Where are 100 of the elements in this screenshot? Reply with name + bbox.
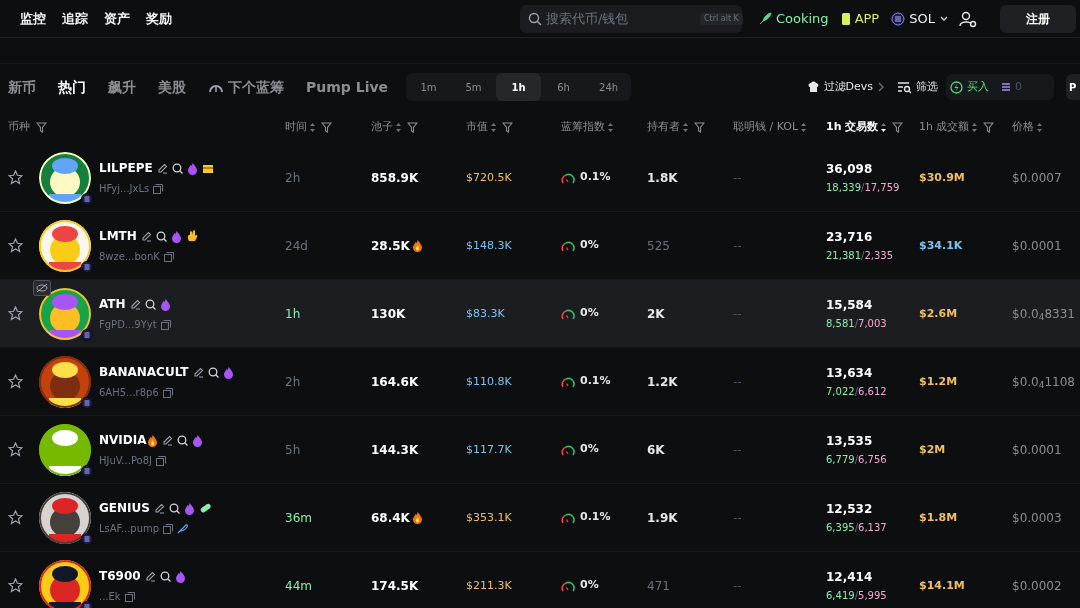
filter-icon[interactable] [694, 121, 705, 133]
holder-count: 525 [647, 238, 670, 253]
preset-button[interactable]: P [1066, 74, 1080, 100]
volume-value: $2.6M [919, 307, 958, 321]
category-tab[interactable]: 热门 [58, 76, 86, 98]
token-name[interactable]: BANANACULT [99, 363, 189, 381]
token-address: LsAF...pump [99, 522, 160, 536]
filter-icon[interactable] [321, 121, 332, 133]
table-row[interactable]: GENIUS LsAF...pump 36m 68.4K $353.1K 0.1% 1.9K -- 12,532 6,395/6,137 $1.8M $0.0003 [0, 484, 1080, 552]
token-address: 8wze...bonK [99, 250, 160, 264]
token-name[interactable]: NVIDIA [99, 431, 147, 449]
pencil-icon [129, 298, 141, 310]
column-header[interactable]: 币种 [8, 118, 30, 136]
search-icon [207, 366, 219, 378]
interval-tab[interactable]: 1m [406, 73, 452, 101]
category-tab[interactable]: 美股 [158, 76, 186, 98]
flame-icon [222, 365, 234, 379]
transaction-count: 15,584 [826, 297, 874, 314]
eye-off-icon[interactable] [33, 279, 51, 296]
filter-icon[interactable] [983, 121, 995, 133]
filter-icon[interactable] [36, 121, 47, 133]
user-settings-icon[interactable] [958, 9, 977, 28]
filter-icon[interactable] [407, 121, 418, 133]
star-icon [8, 170, 23, 185]
column-header[interactable]: 1h 交易数 [826, 118, 879, 136]
interval-tab[interactable]: 24h [586, 73, 632, 101]
token-name[interactable]: ATH [99, 295, 126, 313]
sort-icon [801, 122, 807, 132]
interval-tab[interactable]: 5m [451, 73, 497, 101]
transaction-count: 36,098 [826, 161, 874, 178]
chain-badge-icon [81, 260, 93, 273]
interval-tab[interactable]: 1h [496, 73, 542, 101]
transaction-count: 12,414 [826, 569, 874, 586]
flame-icon [183, 501, 195, 515]
header-link[interactable]: Cooking [758, 8, 829, 29]
bluechip-index: 0% [580, 441, 599, 458]
volume-value: $34.1K [919, 239, 963, 253]
buy-count: 6,779 [826, 453, 855, 467]
column-header[interactable]: 价格 [1012, 118, 1034, 136]
sort-icon [608, 122, 613, 132]
star-icon [8, 374, 23, 389]
transaction-count: 13,634 [826, 365, 874, 382]
nav-link[interactable]: 奖励 [146, 8, 172, 29]
token-name[interactable]: LILPEPE [99, 159, 153, 177]
star-icon [8, 510, 23, 525]
copy-icon [156, 455, 166, 466]
column-header[interactable]: 1h 成交额 [919, 118, 970, 136]
table-row[interactable]: ATH FgPD...9Yyt 1h 130K $83.3K 0% 2K -- 15,584 8,581/7,003 $2.6M $0.0$_{4}$8331 [0, 280, 1080, 348]
category-tab[interactable]: 下个蓝筹 [208, 76, 284, 98]
pool-value: 144.3K [371, 441, 419, 459]
interval-tab[interactable]: 6h [541, 73, 587, 101]
age-text: 44m [285, 578, 312, 593]
token-name[interactable]: T6900 [99, 567, 141, 585]
nav-link[interactable]: 资产 [104, 8, 130, 29]
search-icon [176, 434, 188, 446]
smart-money-value: -- [733, 238, 742, 253]
column-header[interactable]: 持有者 [647, 118, 680, 136]
bluechip-index: 0.1% [580, 373, 611, 390]
market-cap: $83.3K [466, 307, 505, 321]
category-tab[interactable]: 飙升 [108, 76, 136, 98]
price-value: $0.0007 [1012, 170, 1062, 185]
bluechip-index: 0.1% [580, 169, 611, 186]
nav-link[interactable]: 监控 [20, 8, 46, 29]
column-header[interactable]: 池子 [371, 118, 393, 136]
table-row[interactable]: BANANACULT 6AH5...r8p6 2h 164.6K $110.8K 0.1% 1.2K -- 13,634 7,022/6,612 $1.2M $0.0$_{4}$1108 [0, 348, 1080, 416]
pool-value: 68.4K [371, 509, 410, 527]
search-icon [171, 162, 183, 174]
gauge-icon [561, 375, 575, 388]
table-row[interactable]: LILPEPE HFyj...JxLs 2h 858.9K $720.5K 0.1% 1.8K -- 36,098 18,339/17,759 $30.9M $0.0007 [0, 144, 1080, 212]
token-name[interactable]: GENIUS [99, 499, 150, 517]
column-header[interactable]: 市值 [466, 118, 488, 136]
header-link[interactable]: APP [840, 8, 880, 29]
category-tab[interactable]: Pump Live [306, 76, 389, 98]
column-header[interactable]: 聪明钱 / KOL [733, 118, 799, 136]
register-button[interactable]: 注册 [1000, 4, 1076, 33]
buy-control[interactable]: 买入 0 [946, 74, 1054, 100]
token-name[interactable]: LMTH [99, 227, 137, 245]
header-link[interactable]: SOL [891, 8, 949, 29]
search-field[interactable]: 搜索代币/钱包 [546, 8, 696, 29]
pencil-icon [161, 434, 173, 446]
volume-value: $14.1M [919, 579, 965, 593]
nav-link[interactable]: 追踪 [62, 8, 88, 29]
column-header[interactable]: 时间 [285, 118, 307, 136]
sort-icon [972, 122, 978, 132]
volume-value: $1.2M [919, 375, 958, 389]
table-row[interactable]: T6900 ...Ek 44m 174.5K $211.3K 0% 471 -- 12,414 6,419/5,995 $14.1M $0.0002 [0, 552, 1080, 608]
sell-count: 6,137 [858, 521, 887, 535]
market-cap: $353.1K [466, 511, 512, 525]
filter-button[interactable]: 筛选 [897, 78, 938, 96]
slash-separator: / [854, 521, 858, 535]
filter-icon[interactable] [892, 121, 904, 133]
category-tab[interactable]: 新币 [8, 76, 36, 98]
transaction-count: 12,532 [826, 501, 874, 518]
filter-icon[interactable] [502, 121, 513, 133]
search-icon [144, 298, 156, 310]
column-header[interactable]: 蓝筹指数 [561, 118, 605, 136]
pencil-icon [192, 366, 204, 378]
table-row[interactable]: NVIDIA HJuV...Po8J 5h 144.3K $117.7K 0% 6K -- 13,535 6,779/6,756 $2M $0.0001 [0, 416, 1080, 484]
filter-devs-button[interactable]: 过滤Devs [806, 78, 885, 96]
copy-icon [163, 251, 174, 262]
